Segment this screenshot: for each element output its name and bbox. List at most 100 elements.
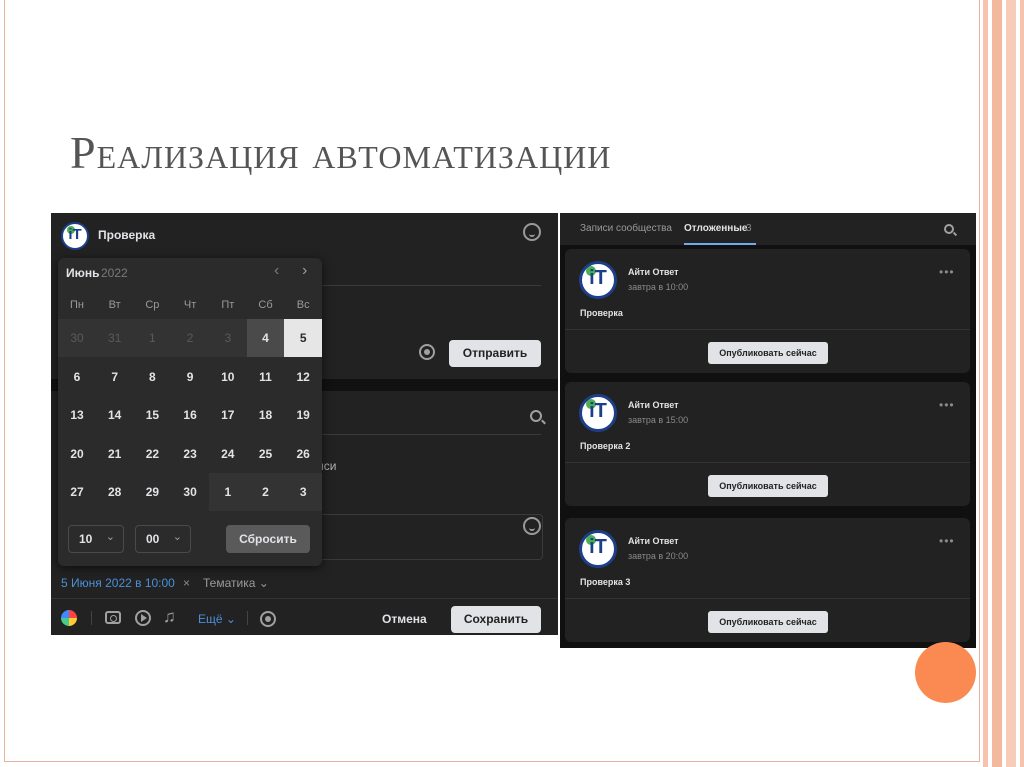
- calendar-day[interactable]: 20: [58, 435, 96, 473]
- calendar-day[interactable]: 10: [209, 358, 247, 396]
- calendar-day[interactable]: 3: [284, 473, 322, 511]
- weekday-label: Пн: [70, 299, 84, 311]
- music-icon[interactable]: ♫: [163, 607, 176, 627]
- calendar-day[interactable]: 6: [58, 358, 96, 396]
- reset-button[interactable]: Сбросить: [226, 525, 310, 553]
- calendar-day[interactable]: 2: [247, 473, 285, 511]
- gear-icon[interactable]: [419, 344, 435, 360]
- chevron-down-icon: ⌄: [105, 531, 115, 543]
- minute-select[interactable]: 00 ⌄: [135, 525, 191, 553]
- send-button[interactable]: Отправить: [449, 340, 541, 367]
- weekday-label: Вт: [108, 299, 121, 311]
- camera-icon[interactable]: [105, 611, 121, 624]
- calendar-day[interactable]: 22: [133, 435, 171, 473]
- calendar-day[interactable]: 9: [171, 358, 209, 396]
- weekday-label: Чт: [183, 299, 197, 311]
- calendar-day[interactable]: 29: [133, 473, 171, 511]
- decorative-dot: [915, 642, 976, 703]
- color-icon[interactable]: [61, 610, 77, 626]
- scheduled-date-link[interactable]: 5 Июня 2022 в 10:00: [61, 576, 175, 590]
- calendar-day[interactable]: 1: [209, 473, 247, 511]
- calendar-day[interactable]: 24: [209, 435, 247, 473]
- publish-now-button[interactable]: Опубликовать сейчас: [708, 475, 828, 497]
- community-name: Проверка: [98, 228, 156, 242]
- calendar-day[interactable]: 5: [284, 319, 323, 357]
- chevron-down-icon: ⌄: [172, 531, 182, 543]
- chevron-left-icon[interactable]: ‹: [274, 262, 279, 280]
- post-author: Айти Ответ: [628, 400, 679, 410]
- slide-title: Реализация автоматизации: [70, 127, 612, 178]
- calendar-day[interactable]: 13: [58, 396, 96, 434]
- calendar-day[interactable]: 28: [96, 473, 134, 511]
- author-avatar: iT: [579, 394, 617, 432]
- video-icon[interactable]: [135, 610, 151, 626]
- more-dropdown[interactable]: Ещё ⌄: [198, 612, 236, 626]
- toolbar-divider: [51, 598, 558, 599]
- topic-select[interactable]: Тематика ⌄: [203, 576, 269, 590]
- calendar-day[interactable]: 1: [133, 319, 171, 357]
- clear-date-icon[interactable]: ×: [183, 576, 190, 590]
- hour-select[interactable]: 10 ⌄: [68, 525, 124, 553]
- author-avatar: iT: [579, 261, 617, 299]
- calendar-day[interactable]: 12: [284, 358, 322, 396]
- calendar-day[interactable]: 11: [247, 358, 285, 396]
- calendar-day[interactable]: 27: [58, 473, 96, 511]
- calendar-day[interactable]: 21: [96, 435, 134, 473]
- avatar-logo: iT: [589, 400, 607, 422]
- scheduled-post-card: iT Айти Ответ завтра в 10:00 ••• Проверка Опу…: [565, 249, 970, 373]
- avatar-logo: iT: [589, 536, 607, 558]
- post-text: Проверка 3: [580, 577, 631, 587]
- save-button[interactable]: Сохранить: [451, 606, 541, 633]
- chevron-right-icon[interactable]: ›: [302, 262, 307, 280]
- publish-now-button[interactable]: Опубликовать сейчас: [708, 611, 828, 633]
- decorative-stripes: [980, 0, 1024, 767]
- smile-icon[interactable]: [523, 517, 541, 535]
- calendar-day[interactable]: 15: [133, 396, 171, 434]
- more-options-icon[interactable]: •••: [939, 398, 955, 412]
- calendar-day[interactable]: 2: [171, 319, 209, 357]
- calendar-day[interactable]: 3: [209, 319, 247, 357]
- scheduled-posts-screenshot: Записи сообщества Отложенные 3 iT Айти От…: [560, 213, 976, 648]
- tab-community-posts[interactable]: Записи сообщества: [580, 223, 672, 234]
- toolbar-separator: [91, 611, 92, 625]
- calendar-day[interactable]: 17: [209, 396, 247, 434]
- search-icon[interactable]: [944, 224, 954, 234]
- post-time: завтра в 20:00: [628, 551, 689, 561]
- smile-icon[interactable]: [523, 223, 541, 241]
- more-options-icon[interactable]: •••: [939, 265, 955, 279]
- calendar-day[interactable]: 8: [133, 358, 171, 396]
- calendar-day[interactable]: 18: [247, 396, 285, 434]
- search-icon[interactable]: [530, 410, 542, 422]
- minute-value: 00: [146, 532, 160, 546]
- posts-tabs-header: Записи сообщества Отложенные 3: [560, 213, 976, 245]
- scheduled-post-card: iT Айти Ответ завтра в 20:00 ••• Проверка 3 О…: [565, 518, 970, 642]
- calendar-day[interactable]: 19: [284, 396, 322, 434]
- calendar-day[interactable]: 31: [96, 319, 134, 357]
- divider: [565, 598, 970, 599]
- post-editor-screenshot: iT Проверка Отправить иси 5 Июня 2022 в …: [51, 213, 558, 635]
- calendar-day[interactable]: 4: [246, 319, 285, 357]
- gear-icon[interactable]: [260, 611, 276, 627]
- calendar-day[interactable]: 16: [171, 396, 209, 434]
- calendar-day[interactable]: 26: [284, 435, 322, 473]
- toolbar-separator: [247, 611, 248, 625]
- publish-now-button[interactable]: Опубликовать сейчас: [708, 342, 828, 364]
- cancel-button[interactable]: Отмена: [382, 612, 427, 626]
- calendar-day[interactable]: 23: [171, 435, 209, 473]
- more-options-icon[interactable]: •••: [939, 534, 955, 548]
- scheduled-count: 3: [746, 223, 752, 234]
- calendar-month: Июнь: [66, 266, 100, 280]
- weekday-label: Вс: [296, 299, 310, 311]
- calendar-day[interactable]: 7: [96, 358, 134, 396]
- post-text: Проверка 2: [580, 441, 631, 451]
- post-text-field[interactable]: [315, 514, 543, 560]
- calendar-day[interactable]: 30: [58, 319, 96, 357]
- calendar-day[interactable]: 14: [96, 396, 134, 434]
- weekday-label: Ср: [145, 299, 160, 311]
- avatar-logo: iT: [68, 226, 82, 243]
- post-time: завтра в 15:00: [628, 415, 689, 425]
- calendar-day[interactable]: 25: [247, 435, 285, 473]
- calendar-day[interactable]: 30: [171, 473, 209, 511]
- tab-scheduled[interactable]: Отложенные: [684, 223, 747, 234]
- divider: [565, 329, 970, 330]
